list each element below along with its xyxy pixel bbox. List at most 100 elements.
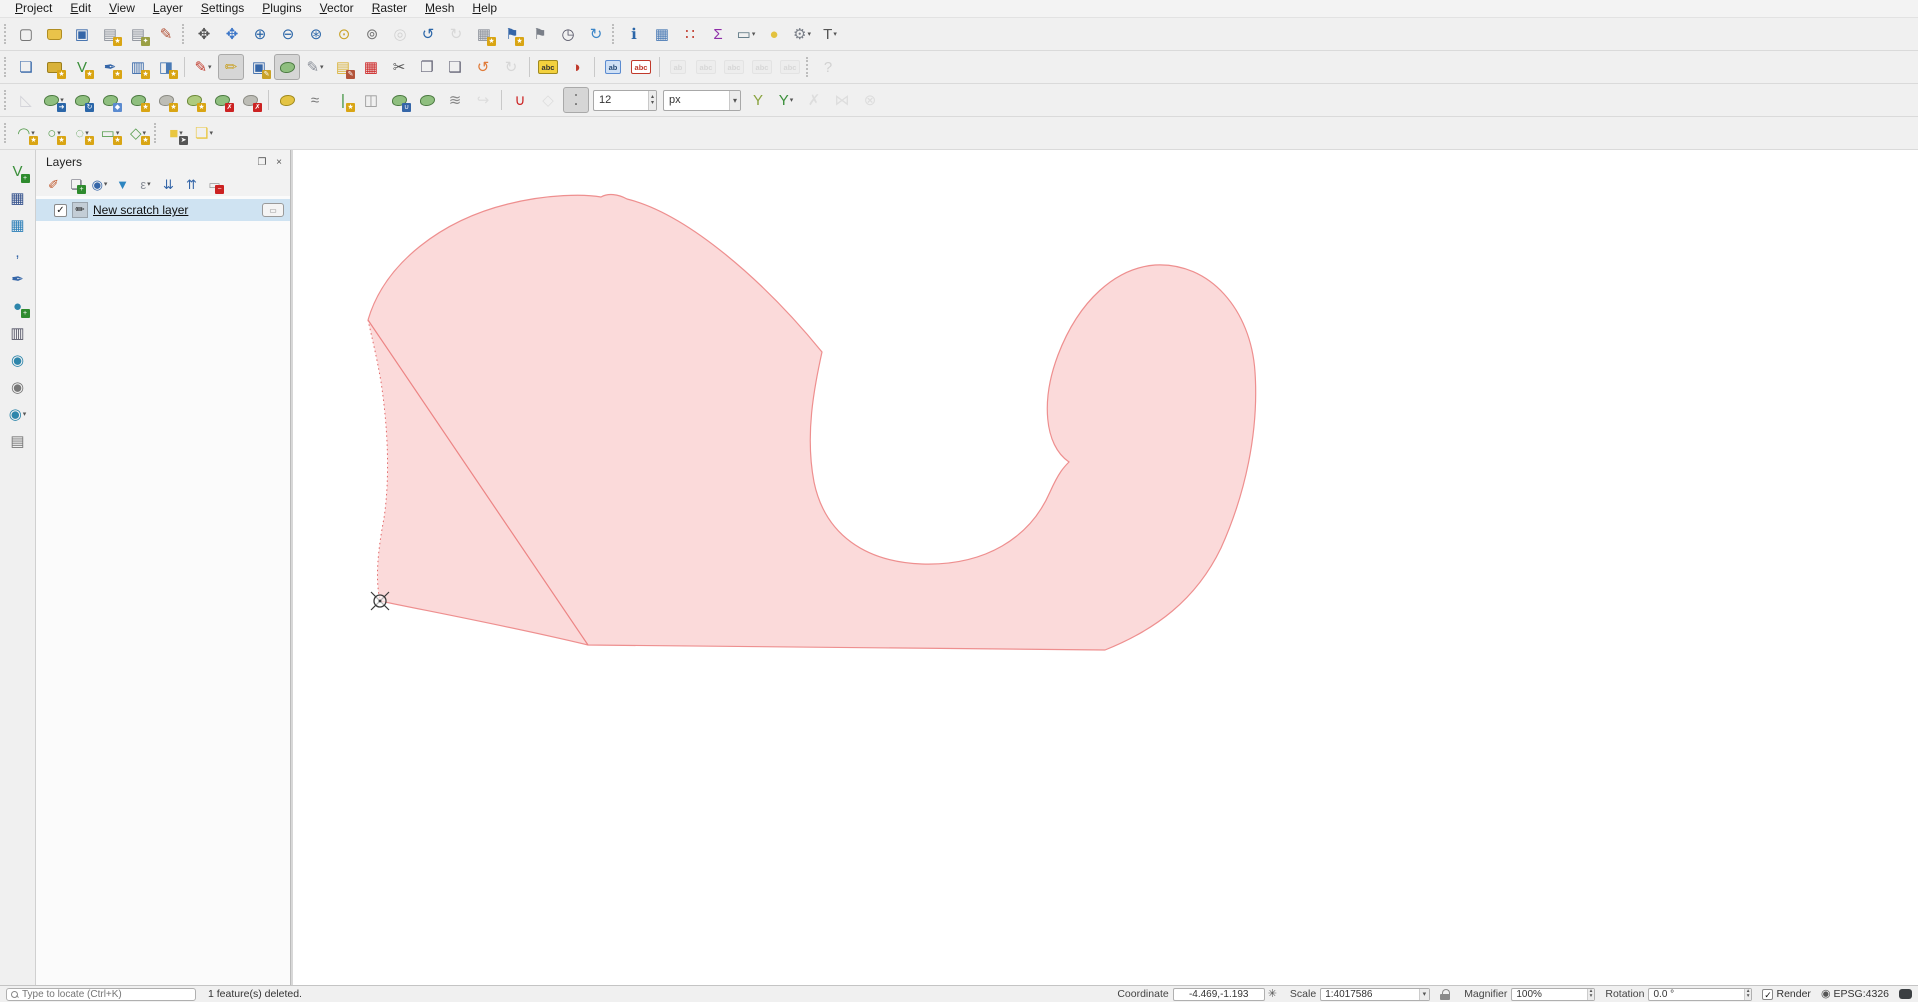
merge-attributes-of-selected-features-button[interactable] <box>414 87 440 113</box>
text-annotation-dropdown-arrow[interactable]: ▾ <box>833 30 837 38</box>
add-raster-layer-button[interactable]: ▦ <box>5 185 31 211</box>
tracing-settings-button[interactable]: Y▾ <box>773 87 799 113</box>
add-group-button[interactable]: ❏+ <box>66 174 87 195</box>
new-shapefile-layer-button[interactable]: V★ <box>69 54 95 80</box>
current-edits-dropdown-arrow[interactable]: ▾ <box>208 63 212 71</box>
add-vector-layer-button[interactable]: V+ <box>5 158 31 184</box>
add-part-button[interactable]: ★ <box>153 87 179 113</box>
layer-row-new-scratch-layer[interactable]: ✓ ✏ New scratch layer ▭ <box>36 199 290 221</box>
filter-legend-by-expression-button[interactable]: ε▾ <box>135 174 156 195</box>
manage-map-themes-button[interactable]: ◉▾ <box>89 174 110 195</box>
add-postgis-layer-button[interactable]: ●+ <box>5 293 31 319</box>
select-features-by-value-dropdown-arrow[interactable]: ▾ <box>209 129 213 137</box>
lock-scale-icon[interactable] <box>1440 989 1450 1000</box>
new-spatial-bookmark-button[interactable]: ⚑★ <box>499 21 525 47</box>
new-geopackage-layer-button[interactable]: ★ <box>41 54 67 80</box>
add-wms-layer-button[interactable]: ◉ <box>5 347 31 373</box>
new-print-layout-button[interactable]: ▤★ <box>97 21 123 47</box>
enable-tracing-button[interactable]: Y <box>745 87 771 113</box>
identify-features-button[interactable]: ℹ <box>621 21 647 47</box>
menu-settings[interactable]: Settings <box>192 0 253 17</box>
scale-dropdown-arrow[interactable]: ▾ <box>1419 989 1430 1000</box>
menu-plugins[interactable]: Plugins <box>253 0 310 17</box>
toggle-editing-button[interactable]: ✏ <box>218 54 244 80</box>
menu-help[interactable]: Help <box>463 0 506 17</box>
toolbar-grip[interactable] <box>806 57 810 77</box>
menu-vector[interactable]: Vector <box>311 0 363 17</box>
snapping-tolerance-spin-arrows[interactable]: ▴▾ <box>648 91 656 110</box>
add-ring-button[interactable]: ★ <box>125 87 151 113</box>
close-panel-button[interactable]: × <box>272 155 286 169</box>
zoom-out-button[interactable]: ⊖ <box>275 21 301 47</box>
coordinate-field[interactable] <box>1173 988 1265 1001</box>
zoom-full-button[interactable]: ⊛ <box>303 21 329 47</box>
float-panel-button[interactable]: ❐ <box>255 155 269 169</box>
regular-polygon-button[interactable]: ◇★▾ <box>125 120 151 146</box>
fill-ring-button[interactable]: ★ <box>181 87 207 113</box>
tracing-settings-dropdown-arrow[interactable]: ▾ <box>790 96 794 104</box>
snapping-tolerance[interactable]: 12▴▾ <box>593 90 657 111</box>
save-layer-edits-button[interactable]: ▣✎ <box>246 54 272 80</box>
memory-layer-indicator-button[interactable]: ▭ <box>262 203 284 217</box>
rectangle-from-extent-button[interactable]: ▭★▾ <box>97 120 123 146</box>
toolbar-grip[interactable] <box>612 24 616 44</box>
toggle-unplaced-labels-button[interactable]: abc <box>628 54 654 80</box>
log-messages-icon[interactable] <box>1899 989 1912 999</box>
magnifier-spin-arrows[interactable]: ▴▾ <box>1587 989 1595 1000</box>
add-mesh-layer-button[interactable]: ▦ <box>5 212 31 238</box>
zoom-last-button[interactable]: ↺ <box>415 21 441 47</box>
filter-legend-button[interactable]: ▼ <box>112 174 133 195</box>
statistical-summary-button[interactable]: Σ <box>705 21 731 47</box>
vertex-tool-button[interactable]: ✎▾ <box>302 54 328 80</box>
zoom-to-layer-button[interactable]: ⊚ <box>359 21 385 47</box>
extents-toggle-icon[interactable]: ✳ <box>1268 989 1277 1000</box>
offset-curve-button[interactable] <box>274 87 300 113</box>
render-checkbox[interactable]: ✓ <box>1762 989 1773 1000</box>
add-wcs-layer-button[interactable]: ◉▾ <box>5 401 31 427</box>
layer-visibility-checkbox[interactable]: ✓ <box>54 204 67 217</box>
menu-edit[interactable]: Edit <box>61 0 100 17</box>
toolbar-grip[interactable] <box>154 123 158 143</box>
layer-labeling-options-button[interactable]: abc <box>535 54 561 80</box>
add-polygon-feature-button[interactable] <box>274 54 300 80</box>
pan-map-button[interactable]: ✥ <box>191 21 217 47</box>
rotation-spin-arrows[interactable]: ▴▾ <box>1744 989 1752 1000</box>
select-features-button[interactable]: ■➤▾ <box>163 120 189 146</box>
highlight-pinned-labels-button[interactable]: ab <box>600 54 626 80</box>
magnifier-spinbox[interactable]: 100% ▴▾ <box>1511 988 1595 1001</box>
paste-features-button[interactable]: ❑ <box>442 54 468 80</box>
save-project-button[interactable]: ▣ <box>69 21 95 47</box>
new-virtual-layer-button[interactable]: ◨★ <box>153 54 179 80</box>
vertex-tool-dropdown-arrow[interactable]: ▾ <box>320 63 324 71</box>
toolbar-grip[interactable] <box>4 123 8 143</box>
menu-view[interactable]: View <box>100 0 144 17</box>
toolbar-grip[interactable] <box>182 24 186 44</box>
snapping-units-dropdown-arrow[interactable]: ▾ <box>729 91 740 110</box>
style-manager-button[interactable]: ✎ <box>153 21 179 47</box>
select-features-by-value-button[interactable]: ❏▾ <box>191 120 217 146</box>
new-project-button[interactable]: ▢ <box>13 21 39 47</box>
reshape-features-button[interactable]: ≈ <box>302 87 328 113</box>
rotation-spinbox[interactable]: 0.0 ° ▴▾ <box>1648 988 1752 1001</box>
rotate-feature-button[interactable]: ↻ <box>69 87 95 113</box>
new-spatialite-layer-button[interactable]: ✒★ <box>97 54 123 80</box>
layer-diagram-options-button[interactable]: ◑ <box>563 54 589 80</box>
run-feature-action-dropdown-arrow[interactable]: ▾ <box>807 30 811 38</box>
snapping-units[interactable]: px▾ <box>663 90 741 111</box>
merge-selected-features-button[interactable]: ∪ <box>386 87 412 113</box>
locator-input[interactable] <box>22 989 191 1000</box>
modify-attributes-of-selected-features-button[interactable]: ▤✎ <box>330 54 356 80</box>
menu-mesh[interactable]: Mesh <box>416 0 463 17</box>
new-temporary-scratch-layer-button[interactable]: ▥★ <box>125 54 151 80</box>
delete-ring-button[interactable]: ✗ <box>209 87 235 113</box>
delete-selected-button[interactable]: ▦ <box>358 54 384 80</box>
menu-layer[interactable]: Layer <box>144 0 192 17</box>
ellipse-from-center-button[interactable]: ◌★▾ <box>69 120 95 146</box>
split-features-button[interactable]: |★ <box>330 87 356 113</box>
add-spatialite-layer-button[interactable]: ✒ <box>5 266 31 292</box>
pan-map-to-selection-button[interactable]: ✥ <box>219 21 245 47</box>
copy-features-button[interactable]: ❐ <box>414 54 440 80</box>
new-map-view-button[interactable]: ▦★ <box>471 21 497 47</box>
map-tips-button[interactable]: ● <box>761 21 787 47</box>
temporal-controller-button[interactable]: ◷ <box>555 21 581 47</box>
